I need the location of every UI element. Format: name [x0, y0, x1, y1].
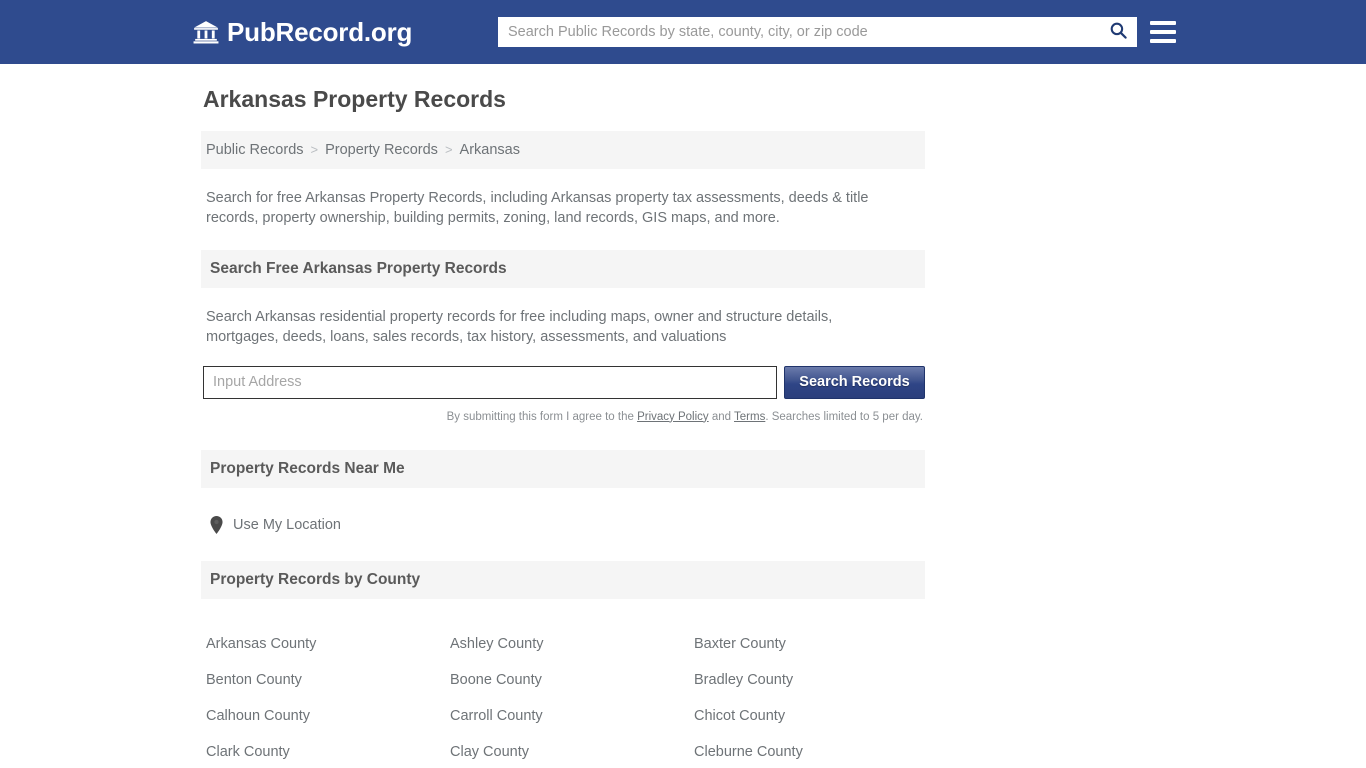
header-search-input[interactable]	[498, 18, 1099, 46]
menu-bar-1	[1150, 21, 1176, 25]
header-search-bar	[498, 17, 1137, 47]
privacy-policy-link[interactable]: Privacy Policy	[637, 411, 709, 423]
menu-bar-2	[1150, 30, 1176, 34]
county-link[interactable]: Clay County	[450, 734, 694, 768]
map-pin-icon	[210, 515, 223, 534]
breadcrumb: Public Records > Property Records > Arka…	[201, 130, 925, 169]
search-section-description: Search Arkansas residential property rec…	[206, 308, 833, 345]
county-link[interactable]: Cleburne County	[694, 734, 938, 768]
page-intro-text: Search for free Arkansas Property Record…	[206, 189, 869, 226]
site-logo-text: PubRecord.org	[227, 17, 413, 47]
county-link[interactable]: Benton County	[206, 662, 450, 698]
menu-bar-3	[1150, 39, 1176, 43]
use-my-location-button[interactable]: Use My Location	[210, 515, 341, 534]
county-link[interactable]: Baxter County	[694, 626, 938, 662]
county-link[interactable]: Ashley County	[450, 626, 694, 662]
bank-building-icon	[193, 19, 219, 45]
search-icon	[1109, 21, 1128, 43]
county-links-grid: Arkansas County Ashley County Baxter Cou…	[206, 626, 925, 768]
property-search-form: Search Records	[203, 365, 925, 399]
breadcrumb-item-public-records[interactable]: Public Records	[206, 142, 304, 158]
site-logo-link[interactable]: PubRecord.org	[193, 19, 412, 45]
legal-prefix: By submitting this form I agree to the	[446, 410, 638, 423]
use-my-location-label: Use My Location	[233, 516, 341, 533]
site-header: PubRecord.org	[0, 0, 1366, 64]
breadcrumb-item-property-records[interactable]: Property Records	[325, 142, 438, 158]
county-link[interactable]: Carroll County	[450, 698, 694, 734]
legal-suffix: . Searches limited to 5 per day.	[765, 410, 923, 423]
form-legal-text: By submitting this form I agree to the P…	[201, 411, 923, 423]
county-link[interactable]: Arkansas County	[206, 626, 450, 662]
county-link[interactable]: Chicot County	[694, 698, 938, 734]
breadcrumb-separator: >	[444, 142, 453, 158]
search-section-heading: Search Free Arkansas Property Records	[201, 249, 925, 288]
page-content: Arkansas Property Records Public Records…	[0, 64, 1366, 768]
county-link[interactable]: Bradley County	[694, 662, 938, 698]
address-input[interactable]	[203, 365, 777, 399]
county-link[interactable]: Clark County	[206, 734, 450, 768]
search-records-button[interactable]: Search Records	[784, 365, 925, 399]
terms-link[interactable]: Terms	[734, 411, 765, 423]
county-link[interactable]: Boone County	[450, 662, 694, 698]
hamburger-menu-icon[interactable]	[1150, 18, 1176, 46]
county-section-heading: Property Records by County	[201, 560, 925, 599]
header-search-button[interactable]	[1099, 17, 1137, 47]
breadcrumb-separator: >	[310, 142, 319, 158]
near-me-section-heading: Property Records Near Me	[201, 449, 925, 488]
breadcrumb-item-arkansas: Arkansas	[459, 141, 520, 158]
county-link[interactable]: Calhoun County	[206, 698, 450, 734]
legal-and: and	[708, 410, 735, 423]
page-title: Arkansas Property Records	[203, 86, 506, 112]
